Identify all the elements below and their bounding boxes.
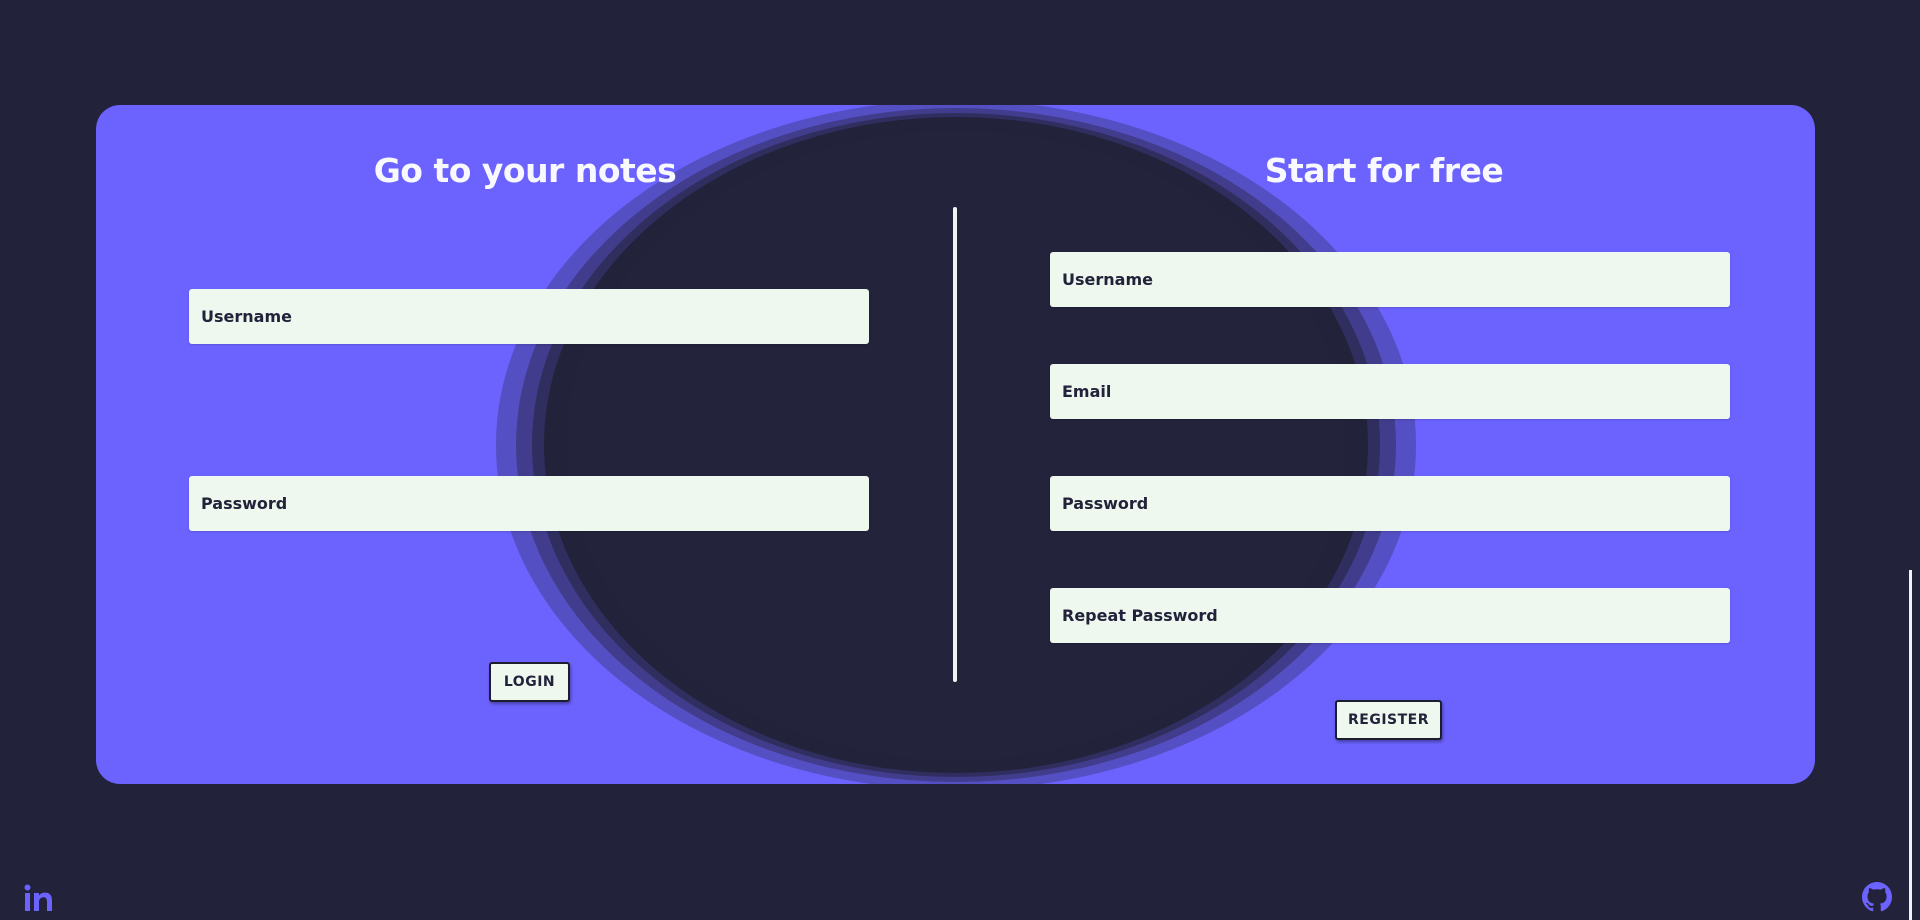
github-link[interactable] (1862, 882, 1892, 916)
page: Go to your notes LOGIN Start for free RE… (0, 0, 1920, 920)
register-button[interactable]: REGISTER (1335, 700, 1442, 740)
register-email-input[interactable] (1050, 364, 1730, 419)
register-repeat-password-input[interactable] (1050, 588, 1730, 643)
login-password-input[interactable] (189, 476, 869, 531)
login-username-input[interactable] (189, 289, 869, 344)
register-password-input[interactable] (1050, 476, 1730, 531)
linkedin-icon (24, 884, 54, 916)
form-divider (953, 207, 957, 682)
login-title: Go to your notes (373, 151, 677, 190)
github-icon (1862, 882, 1892, 916)
login-button[interactable]: LOGIN (489, 662, 570, 702)
scrollbar-edge (1909, 570, 1912, 920)
register-title: Start for free (1264, 151, 1504, 190)
auth-card: Go to your notes LOGIN Start for free RE… (96, 105, 1815, 784)
register-username-input[interactable] (1050, 252, 1730, 307)
linkedin-link[interactable] (24, 884, 54, 916)
